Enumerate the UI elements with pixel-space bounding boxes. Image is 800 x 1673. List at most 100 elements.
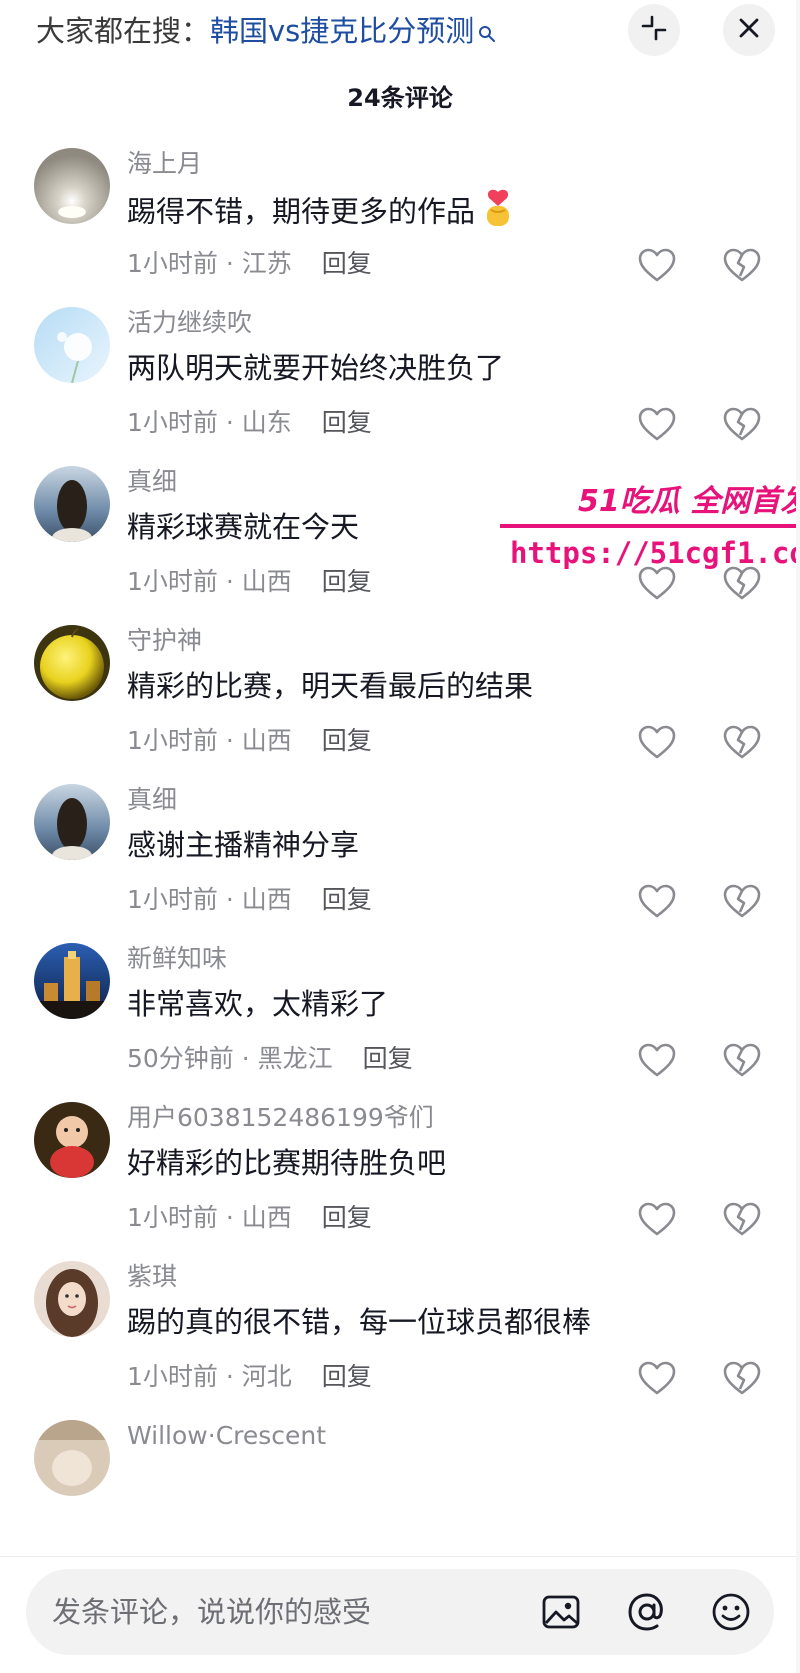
comment-meta: 1小时前 · 河北 回复 [127,1362,372,1391]
broken-heart-icon [722,1361,762,1403]
reply-button[interactable]: 回复 [363,1044,413,1073]
emoji-button[interactable] [710,1591,752,1633]
woman-portrait-avatar [34,1261,110,1337]
reply-button[interactable]: 回复 [322,1203,372,1232]
comment-location: 江苏 [241,249,292,278]
at-icon [626,1593,668,1637]
comment-meta: 1小时前 · 山西 回复 [127,1203,372,1232]
comment-meta: 1小时前 · 山西 回复 [127,885,372,914]
comment-text-body: 踢得不错，期待更多的作品 [127,194,476,229]
comment-item: 真细 感谢主播精神分享 1小时前 · 山西 回复 [0,782,800,942]
comment-username[interactable]: 活力继续吹 [127,305,252,341]
collapse-button[interactable] [628,4,680,56]
top-bar: 大家都在搜：韩国vs捷克比分预测 [0,0,800,62]
comment-text: 踢的真的很不错，每一位球员都很棒 [127,1305,592,1339]
scroll-edge [796,0,800,1673]
like-button[interactable] [637,1041,677,1081]
comment-time: 1小时前 [127,1362,218,1391]
dislike-button[interactable] [722,1200,762,1240]
comment-meta: 1小时前 · 山西 回复 [127,726,372,755]
partial-avatar [34,1420,110,1496]
avatar[interactable] [34,1102,110,1178]
dislike-button[interactable] [722,1359,762,1399]
comment-location: 山东 [241,408,292,437]
broken-heart-icon [722,725,762,767]
heart-icon [637,1361,677,1403]
avatar[interactable] [34,943,110,1019]
reply-button[interactable]: 回复 [322,567,372,596]
finger-heart-emoji-icon [481,188,515,239]
comment-text: 感谢主播精神分享 [127,828,360,862]
avatar[interactable] [34,148,110,224]
dislike-button[interactable] [722,1041,762,1081]
comment-time: 1小时前 [127,408,218,437]
comment-time: 1小时前 [127,726,218,755]
reply-button[interactable]: 回复 [322,885,372,914]
like-button[interactable] [637,246,677,286]
close-icon [736,15,762,45]
girl-sea-avatar [34,466,110,542]
comment-item: Willow·Crescent [0,1418,800,1556]
comment-username[interactable]: Willow·Crescent [127,1418,326,1454]
broken-heart-icon [722,248,762,290]
heart-icon [637,566,677,608]
comment-time: 50分钟前 [127,1044,234,1073]
comment-meta: 50分钟前 · 黑龙江 回复 [127,1044,413,1073]
comment-item: 活力继续吹 两队明天就要开始终决胜负了 1小时前 · 山东 回复 [0,305,800,465]
comment-username[interactable]: 守护神 [127,623,202,659]
avatar[interactable] [34,1261,110,1337]
heart-icon [637,248,677,290]
comment-time: 1小时前 [127,567,218,596]
comment-item: 守护神 精彩的比赛，明天看最后的结果 1小时前 · 山西 回复 [0,623,800,783]
comment-username[interactable]: 新鲜知味 [127,941,227,977]
comment-text: 非常喜欢，太精彩了 [127,987,389,1021]
avatar[interactable] [34,625,110,701]
close-button[interactable] [723,4,775,56]
dislike-button[interactable] [722,405,762,445]
avatar[interactable] [34,1420,110,1496]
avatar[interactable] [34,307,110,383]
comment-location: 山西 [241,726,292,755]
comment-location: 山西 [241,885,292,914]
dislike-button[interactable] [722,882,762,922]
like-button[interactable] [637,882,677,922]
comment-item: 新鲜知味 非常喜欢，太精彩了 50分钟前 · 黑龙江 回复 [0,941,800,1101]
comment-text: 精彩的比赛，明天看最后的结果 [127,669,534,703]
comment-username[interactable]: 用户6038152486199爷们 [127,1100,434,1136]
mention-button[interactable] [626,1591,668,1633]
broken-heart-icon [722,1043,762,1085]
comment-input[interactable] [52,1569,492,1655]
search-suggestion-keyword[interactable]: 韩国vs捷克比分预测 [210,14,474,48]
reply-button[interactable]: 回复 [322,726,372,755]
search-suggestion[interactable]: 大家都在搜：韩国vs捷克比分预测 [36,10,496,54]
comment-username[interactable]: 真细 [127,464,177,500]
search-icon [478,12,496,54]
like-button[interactable] [637,1200,677,1240]
comment-username[interactable]: 紫琪 [127,1259,177,1295]
reply-button[interactable]: 回复 [322,249,372,278]
reply-button[interactable]: 回复 [322,1362,372,1391]
doll-avatar [34,1102,110,1178]
comment-time: 1小时前 [127,885,218,914]
comment-item: 用户6038152486199爷们 好精彩的比赛期待胜负吧 1小时前 · 山西回… [0,1100,800,1260]
dislike-button[interactable] [722,246,762,286]
comment-meta: 1小时前 · 山西 回复 [127,567,372,596]
comment-location: 山西 [241,1203,292,1232]
comment-username[interactable]: 真细 [127,782,177,818]
broken-heart-icon [722,1202,762,1244]
broken-heart-icon [722,884,762,926]
reply-button[interactable]: 回复 [322,408,372,437]
comment-location: 山西 [241,567,292,596]
image-button[interactable] [540,1591,582,1633]
dislike-button[interactable] [722,723,762,763]
bottom-divider [0,1556,800,1557]
smiley-icon [710,1593,752,1637]
like-button[interactable] [637,1359,677,1399]
watermark-url: https://51cgf1.com [510,536,800,570]
avatar[interactable] [34,466,110,542]
like-button[interactable] [637,723,677,763]
like-button[interactable] [637,405,677,445]
avatar[interactable] [34,784,110,860]
comment-meta: 1小时前 · 山东 回复 [127,408,372,437]
comment-username[interactable]: 海上月 [127,146,202,182]
